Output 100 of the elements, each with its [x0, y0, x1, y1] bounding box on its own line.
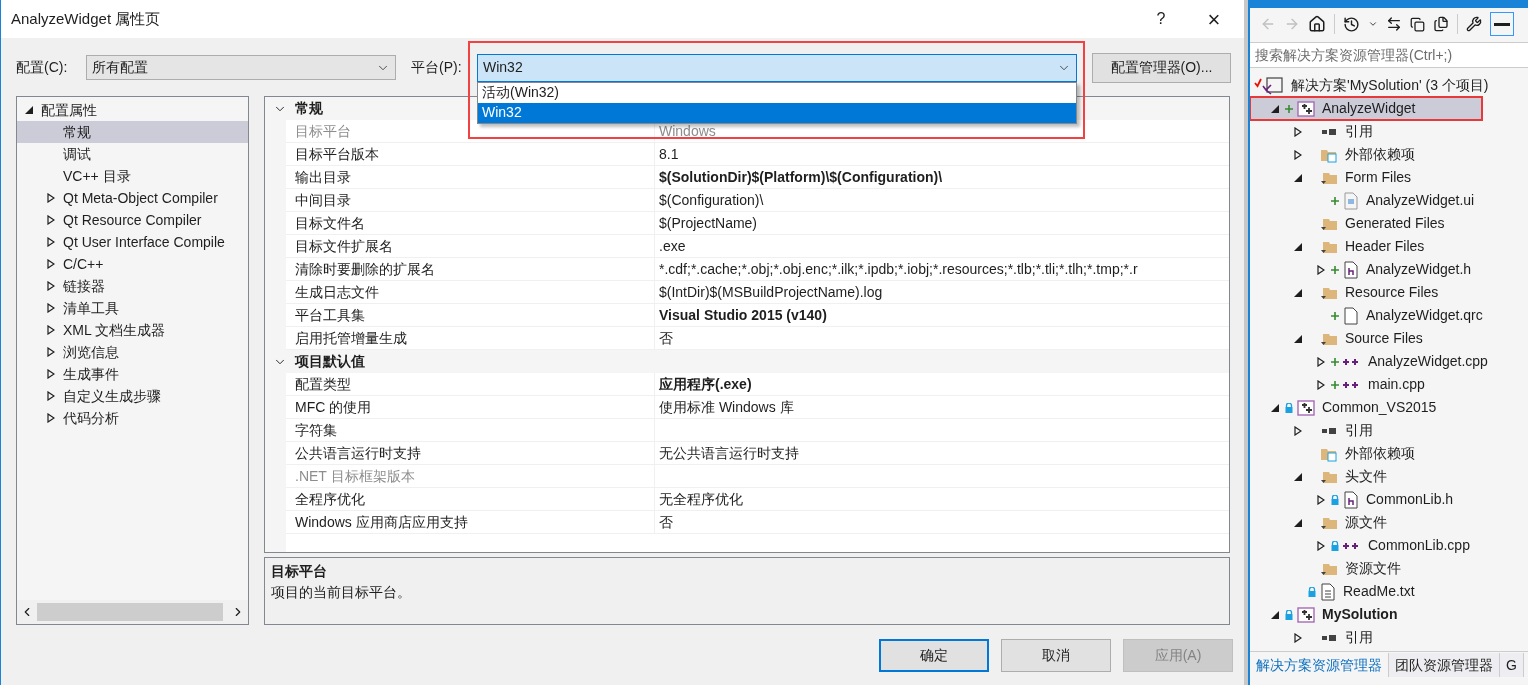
collapsed-arrow-icon[interactable]: [47, 215, 55, 225]
tree-item[interactable]: CommonLib.cpp: [1250, 534, 1528, 557]
nav-item[interactable]: 自定义生成步骤: [17, 385, 248, 407]
nav-item[interactable]: 生成事件: [17, 363, 248, 385]
collapsed-arrow-icon[interactable]: [47, 281, 55, 291]
nav-item[interactable]: Qt User Interface Compile: [17, 231, 248, 253]
property-value[interactable]: $(ProjectName): [659, 212, 758, 234]
collapsed-arrow-icon[interactable]: [1317, 540, 1325, 551]
tree-item[interactable]: AnalyzeWidget.ui: [1250, 189, 1528, 212]
history-icon[interactable]: [1343, 15, 1360, 33]
tree-item[interactable]: Generated Files: [1250, 212, 1528, 235]
property-value[interactable]: $(IntDir)$(MSBuildProjectName).log: [659, 281, 883, 303]
collapsed-arrow-icon[interactable]: [47, 413, 55, 423]
config-dropdown[interactable]: 所有配置: [86, 55, 396, 80]
dropdown-caret-icon[interactable]: [1368, 19, 1378, 29]
collapsed-arrow-icon[interactable]: [1317, 379, 1325, 390]
property-value[interactable]: 无公共语言运行时支持: [659, 442, 799, 464]
panel-tab[interactable]: G: [1500, 653, 1524, 677]
dropdown-option[interactable]: 活动(Win32): [478, 82, 1076, 103]
tree-item[interactable]: 引用: [1250, 120, 1528, 143]
horizontal-scrollbar[interactable]: [17, 600, 248, 624]
tree-item[interactable]: 源文件: [1250, 511, 1528, 534]
tree-item[interactable]: 外部依赖项: [1250, 442, 1528, 465]
collapsed-arrow-icon[interactable]: [47, 237, 55, 247]
nav-item[interactable]: Qt Meta-Object Compiler: [17, 187, 248, 209]
platform-dropdown[interactable]: Win32: [477, 53, 1077, 82]
tree-item[interactable]: 解决方案'MySolution' (3 个项目): [1250, 74, 1528, 97]
tree-item[interactable]: Resource Files: [1250, 281, 1528, 304]
tree-item[interactable]: Source Files: [1250, 327, 1528, 350]
tree-item[interactable]: 资源文件: [1250, 557, 1528, 580]
dialog-button[interactable]: 确定: [879, 638, 989, 672]
tree-item[interactable]: 引用: [1250, 419, 1528, 442]
property-value[interactable]: .exe: [659, 235, 686, 257]
property-value[interactable]: 否: [659, 511, 673, 533]
nav-item[interactable]: 链接器: [17, 275, 248, 297]
tree-item[interactable]: Common_VS2015: [1250, 396, 1528, 419]
tree-item[interactable]: 引用: [1250, 626, 1528, 649]
expanded-arrow-icon[interactable]: [1294, 173, 1302, 182]
collapsed-arrow-icon[interactable]: [47, 193, 55, 203]
tree-item[interactable]: MySolution: [1250, 603, 1528, 626]
config-manager-button[interactable]: 配置管理器(O)...: [1092, 52, 1231, 83]
close-button[interactable]: ×: [1184, 0, 1244, 38]
property-value[interactable]: 无全程序优化: [659, 488, 743, 510]
expanded-arrow-icon[interactable]: [25, 106, 33, 114]
property-value[interactable]: *.cdf;*.cache;*.obj;*.obj.enc;*.ilk;*.ipdb;*.iobj;*.resources;*.tlb;*.tli;*.tlh;*.tmp;*.r: [659, 258, 1138, 280]
help-button[interactable]: ?: [1138, 0, 1184, 38]
tree-item[interactable]: CommonLib.h: [1250, 488, 1528, 511]
nav-item[interactable]: 配置属性: [17, 99, 248, 121]
property-value[interactable]: 使用标准 Windows 库: [659, 396, 794, 418]
property-value[interactable]: $(SolutionDir)$(Platform)\$(Configuration)\: [659, 166, 943, 188]
nav-item[interactable]: 浏览信息: [17, 341, 248, 363]
nav-item[interactable]: Qt Resource Compiler: [17, 209, 248, 231]
property-value[interactable]: $(Configuration)\: [659, 189, 764, 211]
nav-item[interactable]: C/C++: [17, 253, 248, 275]
collapsed-arrow-icon[interactable]: [1317, 264, 1325, 275]
search-field[interactable]: 搜索解决方案资源管理器(Ctrl+;): [1250, 42, 1528, 68]
collapsed-arrow-icon[interactable]: [1294, 425, 1302, 436]
nav-item[interactable]: 调试: [17, 143, 248, 165]
dialog-button[interactable]: 取消: [1001, 638, 1111, 672]
collapsed-arrow-icon[interactable]: [1317, 356, 1325, 367]
nav-item[interactable]: 常规: [17, 121, 248, 143]
property-value[interactable]: Visual Studio 2015 (v140): [659, 304, 827, 326]
nav-item[interactable]: VC++ 目录: [17, 165, 248, 187]
tree-item[interactable]: AnalyzeWidget.h: [1250, 258, 1528, 281]
tree-item[interactable]: AnalyzeWidget.cpp: [1250, 350, 1528, 373]
expanded-arrow-icon[interactable]: [1271, 403, 1279, 412]
tree-item[interactable]: ReadMe.txt: [1250, 580, 1528, 603]
tree-item[interactable]: AnalyzeWidget.qrc: [1250, 304, 1528, 327]
expanded-arrow-icon[interactable]: [1294, 334, 1302, 343]
collapsed-arrow-icon[interactable]: [1294, 149, 1302, 160]
pin-toggle-icon[interactable]: [1490, 12, 1514, 36]
collapsed-arrow-icon[interactable]: [47, 325, 55, 335]
nav-item[interactable]: 代码分析: [17, 407, 248, 429]
expanded-arrow-icon[interactable]: [1294, 472, 1302, 481]
tree-item[interactable]: AnalyzeWidget: [1250, 97, 1482, 120]
dropdown-option[interactable]: Win32: [478, 102, 1076, 123]
tree-item[interactable]: Header Files: [1250, 235, 1528, 258]
tree-item[interactable]: Form Files: [1250, 166, 1528, 189]
expanded-arrow-icon[interactable]: [1294, 242, 1302, 251]
panel-tab[interactable]: 团队资源管理器: [1389, 653, 1500, 677]
collapsed-arrow-icon[interactable]: [1294, 126, 1302, 137]
settings-icon[interactable]: [1466, 16, 1482, 32]
sync-icon[interactable]: [1386, 16, 1402, 32]
copy-pages-icon[interactable]: [1433, 16, 1449, 32]
expanded-arrow-icon[interactable]: [1271, 610, 1279, 619]
tree-item[interactable]: main.cpp: [1250, 373, 1528, 396]
collapsed-arrow-icon[interactable]: [47, 391, 55, 401]
nav-item[interactable]: 清单工具: [17, 297, 248, 319]
collapse-icon[interactable]: [1410, 16, 1425, 32]
collapsed-arrow-icon[interactable]: [47, 369, 55, 379]
tree-item[interactable]: 头文件: [1250, 465, 1528, 488]
collapsed-arrow-icon[interactable]: [47, 303, 55, 313]
expanded-arrow-icon[interactable]: [1294, 518, 1302, 527]
property-value[interactable]: 否: [659, 327, 673, 349]
home-icon[interactable]: [1308, 15, 1326, 33]
collapsed-arrow-icon[interactable]: [1294, 632, 1302, 643]
tree-item[interactable]: 外部依赖项: [1250, 143, 1528, 166]
collapsed-arrow-icon[interactable]: [47, 347, 55, 357]
expanded-arrow-icon[interactable]: [1294, 288, 1302, 297]
property-value[interactable]: 8.1: [659, 143, 679, 165]
